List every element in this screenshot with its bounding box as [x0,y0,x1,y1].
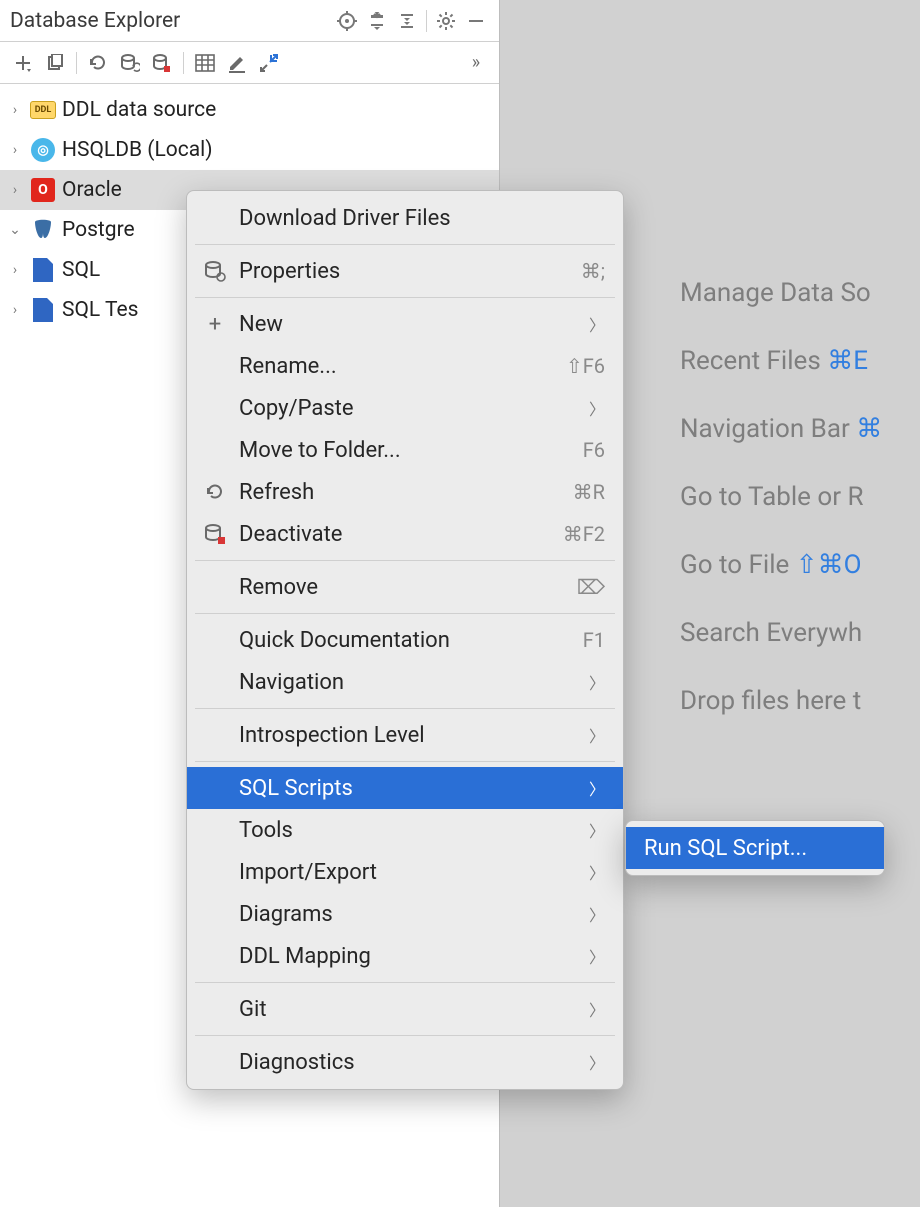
hint-row: Navigation Bar ⌘ [680,414,882,444]
hint-row: Recent Files ⌘E [680,346,882,376]
menu-separator [195,297,615,298]
separator [426,10,427,32]
hint-row: Search Everywh [680,618,882,648]
ddl-icon: DDL [30,97,56,123]
menu-introspection-level[interactable]: Introspection Level 〉 [187,714,623,756]
refresh-icon [201,482,229,502]
menu-quick-doc[interactable]: Quick Documentation F1 [187,619,623,661]
hint-row: Drop files here t [680,686,882,716]
menu-diagnostics[interactable]: Diagnostics 〉 [187,1041,623,1083]
tree-item-ddl[interactable]: › DDL DDL data source [0,90,499,130]
jump-to-console-icon[interactable] [254,48,284,78]
panel-header: Database Explorer [0,0,499,42]
plus-icon: + [201,312,229,337]
menu-ddl-mapping[interactable]: DDL Mapping 〉 [187,935,623,977]
chevron-right-icon: 〉 [589,997,605,1021]
chevron-right-icon[interactable]: › [6,141,24,159]
hint-row: Go to File ⇧⌘O [680,550,882,580]
chevron-right-icon[interactable]: › [6,181,24,199]
chevron-right-icon: 〉 [589,723,605,747]
sql-file-icon [30,297,56,323]
sql-scripts-submenu: Run SQL Script... [625,820,885,876]
menu-rename[interactable]: Rename... ⇧F6 [187,345,623,387]
context-menu: Download Driver Files Properties ⌘; + Ne… [186,190,624,1090]
copy-icon[interactable] [40,48,70,78]
collapse-all-icon[interactable] [392,6,422,36]
menu-separator [195,761,615,762]
oracle-icon: O [30,177,56,203]
menu-separator [195,708,615,709]
welcome-hints: Manage Data So Recent Files ⌘E Navigatio… [680,278,882,716]
chevron-right-icon[interactable]: › [6,261,24,279]
menu-diagrams[interactable]: Diagrams 〉 [187,893,623,935]
edit-icon[interactable] [222,48,252,78]
tree-item-label: Postgre [62,218,135,242]
tree-item-label: Oracle [62,178,122,202]
menu-refresh[interactable]: Refresh ⌘R [187,471,623,513]
sql-file-icon [30,257,56,283]
menu-properties[interactable]: Properties ⌘; [187,250,623,292]
chevron-right-icon: 〉 [589,860,605,884]
menu-import-export[interactable]: Import/Export 〉 [187,851,623,893]
hint-row: Go to Table or R [680,482,882,512]
chevron-right-icon[interactable]: › [6,301,24,319]
more-icon[interactable]: » [461,48,491,78]
menu-deactivate[interactable]: Deactivate ⌘F2 [187,513,623,555]
expand-all-icon[interactable] [362,6,392,36]
tree-item-label: HSQLDB (Local) [62,138,213,162]
menu-sql-scripts[interactable]: SQL Scripts 〉 [187,767,623,809]
menu-copy-paste[interactable]: Copy/Paste 〉 [187,387,623,429]
submenu-run-sql-script[interactable]: Run SQL Script... [626,827,884,869]
refresh-icon[interactable] [83,48,113,78]
postgres-icon [30,217,56,243]
hsqldb-icon: ◎ [30,137,56,163]
menu-separator [195,1035,615,1036]
menu-separator [195,244,615,245]
chevron-right-icon: 〉 [589,902,605,926]
toolbar: » [0,42,499,84]
chevron-right-icon: 〉 [589,818,605,842]
chevron-right-icon: 〉 [589,944,605,968]
tree-item-label: SQL [62,258,100,282]
chevron-right-icon: 〉 [589,1050,605,1074]
menu-remove[interactable]: Remove ⌦ [187,566,623,608]
db-stop-icon[interactable] [147,48,177,78]
chevron-right-icon: 〉 [589,312,605,336]
target-icon[interactable] [332,6,362,36]
menu-download-driver[interactable]: Download Driver Files [187,197,623,239]
chevron-right-icon[interactable]: › [6,101,24,119]
chevron-right-icon: 〉 [589,396,605,420]
separator [183,52,184,74]
tree-item-hsqldb[interactable]: › ◎ HSQLDB (Local) [0,130,499,170]
menu-move-to-folder[interactable]: Move to Folder... F6 [187,429,623,471]
menu-tools[interactable]: Tools 〉 [187,809,623,851]
chevron-right-icon: 〉 [589,670,605,694]
minimize-icon[interactable] [461,6,491,36]
menu-new[interactable]: + New 〉 [187,303,623,345]
gear-icon[interactable] [431,6,461,36]
separator [76,52,77,74]
table-icon[interactable] [190,48,220,78]
menu-navigation[interactable]: Navigation 〉 [187,661,623,703]
menu-separator [195,982,615,983]
tree-item-label: SQL Tes [62,298,139,322]
tree-item-label: DDL data source [62,98,216,122]
chevron-right-icon: 〉 [589,776,605,800]
db-stop-icon [201,523,229,545]
db-refresh-icon[interactable] [115,48,145,78]
panel-title: Database Explorer [8,9,180,33]
hint-row: Manage Data So [680,278,882,308]
menu-git[interactable]: Git 〉 [187,988,623,1030]
add-icon[interactable] [8,48,38,78]
menu-separator [195,613,615,614]
chevron-down-icon[interactable]: ⌄ [6,221,24,239]
menu-separator [195,560,615,561]
db-settings-icon [201,260,229,282]
